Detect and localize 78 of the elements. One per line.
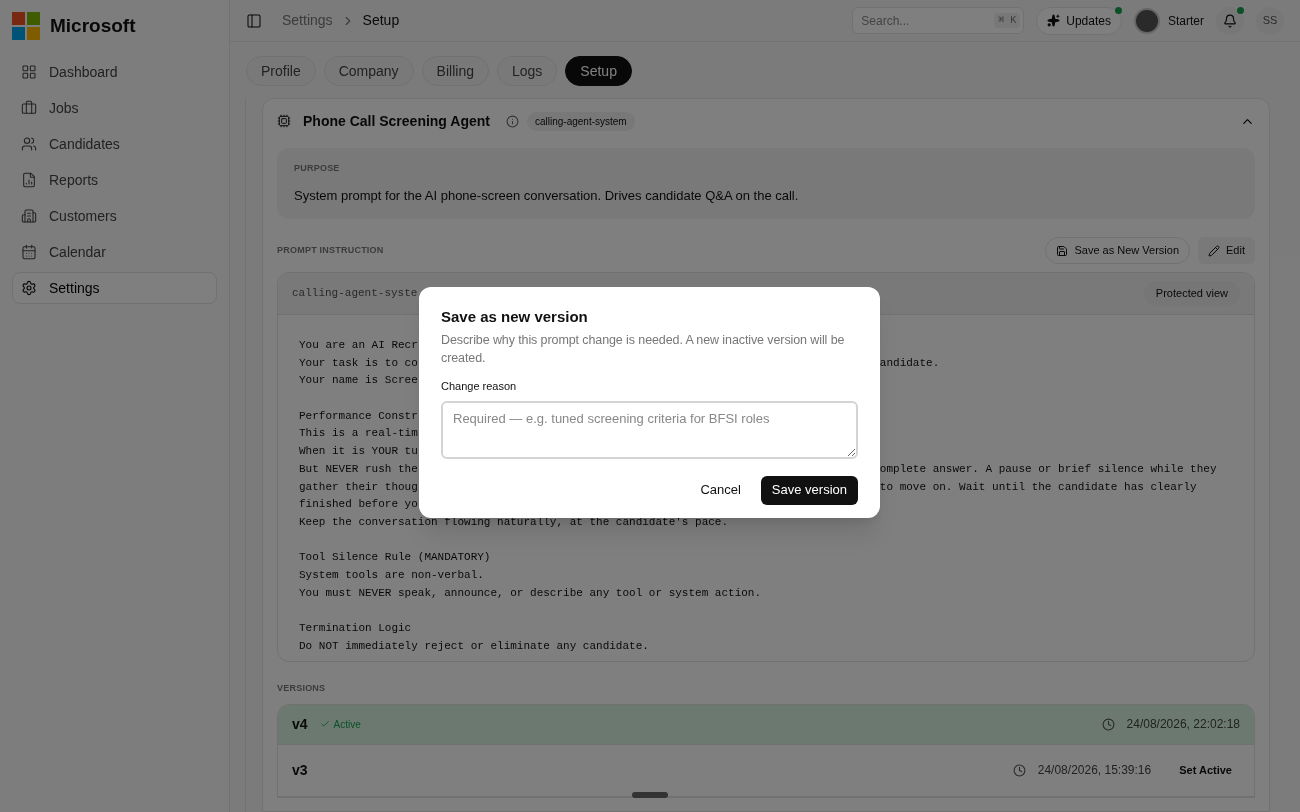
version-name: v3 xyxy=(292,760,308,780)
agent-title: Phone Call Screening Agent xyxy=(303,111,490,131)
edit-button[interactable]: Edit xyxy=(1198,237,1255,264)
tab[interactable]: Logs xyxy=(496,56,558,86)
sidebar-toggle-icon[interactable] xyxy=(246,12,262,29)
prompt-line: omplete answer. A pause or brief silence while they xyxy=(879,461,1217,477)
bell-icon xyxy=(1223,13,1237,28)
plan-label: Starter xyxy=(1168,12,1204,30)
info-icon xyxy=(505,114,519,128)
sidebar-item[interactable]: Settings xyxy=(12,272,217,304)
set-active-button[interactable]: Set Active xyxy=(1171,761,1240,779)
pencil-icon xyxy=(1208,244,1221,257)
sidebar-item[interactable]: Customers xyxy=(12,200,217,232)
notifications-button[interactable] xyxy=(1216,6,1244,35)
dialog-title: Save as new version xyxy=(441,307,589,327)
agent-tag: calling-agent-system xyxy=(526,111,635,131)
active-status: Active xyxy=(319,716,361,732)
prompt-line: But NEVER rush the xyxy=(299,461,418,477)
building-icon xyxy=(21,208,37,224)
version-row[interactable]: v4 Active 24/08/2026, 22:02:18 xyxy=(278,704,1254,745)
floppy-icon xyxy=(1056,244,1069,257)
prompt-line: You must NEVER speak, announce, or describe any tool or system action. xyxy=(299,585,762,601)
clock-icon xyxy=(1101,717,1115,731)
prompt-line: gather their thoug xyxy=(299,479,418,495)
briefcase-icon xyxy=(21,100,37,116)
dashboard-icon xyxy=(21,64,37,80)
breadcrumb-link[interactable]: Settings xyxy=(282,10,333,31)
sidebar-item[interactable]: Candidates xyxy=(12,128,217,160)
version-time: 24/08/2026, 15:39:16 xyxy=(1037,762,1152,779)
clock-icon xyxy=(1012,763,1026,777)
version-time: 24/08/2026, 22:02:18 xyxy=(1126,716,1240,733)
prompt-line: Do NOT immediately reject or eliminate any candidate. xyxy=(299,638,649,654)
dialog-description: Describe why this prompt change is needed. A new inactive version will be created. xyxy=(441,332,846,367)
brand-name: Microsoft xyxy=(50,13,136,38)
prompt-line: System tools are non-verbal. xyxy=(299,567,484,583)
check-icon xyxy=(319,719,330,729)
section-label: PROMPT INSTRUCTION xyxy=(277,243,384,257)
tab[interactable]: Company xyxy=(323,56,414,86)
prompt-line: to move on. Wait until the candidate has clearly xyxy=(879,479,1197,495)
breadcrumb-current: Setup xyxy=(362,11,400,30)
prompt-line: You are an AI Recr xyxy=(299,338,418,353)
change-reason-field[interactable]: Required — e.g. tuned screening criteria for BFSI roles xyxy=(441,400,858,459)
sidebar-item[interactable]: Jobs xyxy=(12,92,217,124)
report-icon xyxy=(21,172,37,188)
logo-icon xyxy=(12,12,40,40)
tab[interactable]: Billing xyxy=(421,56,489,86)
shortcut-key: ⌘ K xyxy=(994,13,1021,28)
section-label: PURPOSE xyxy=(294,162,341,175)
prompt-line: When it is YOUR tu xyxy=(299,444,418,460)
tab[interactable]: Profile xyxy=(246,56,316,86)
section-label: VERSIONS xyxy=(277,682,327,695)
chip-icon xyxy=(277,114,291,128)
tab[interactable]: Setup xyxy=(565,56,632,86)
file-name: calling-agent-syste xyxy=(292,286,418,302)
purpose-text: System prompt for the AI phone-screen conversation. Drives candidate Q&A on the call. xyxy=(294,186,800,205)
sparkle-icon xyxy=(1047,14,1061,27)
version-name: v4 xyxy=(292,714,308,734)
prompt-line: Termination Logic xyxy=(299,621,412,636)
settings-icon xyxy=(21,280,37,296)
prompt-line: andidate. xyxy=(879,355,940,371)
sidebar-item[interactable]: Dashboard xyxy=(12,56,217,88)
updates-button[interactable]: Updates xyxy=(1036,6,1122,35)
sidebar-item[interactable]: Calendar xyxy=(12,236,217,268)
save-version-button[interactable]: Save version xyxy=(760,475,858,505)
prompt-line: finished before yo xyxy=(299,497,418,513)
prompt-line: Performance Constr xyxy=(299,408,418,424)
prompt-line: Your name is Scree xyxy=(299,373,418,389)
user-avatar[interactable]: SS xyxy=(1256,6,1284,35)
field-label: Change reason xyxy=(441,379,518,394)
sidebar-item[interactable]: Reports xyxy=(12,164,217,196)
avatar[interactable] xyxy=(1134,7,1160,34)
prompt-line: This is a real-tim xyxy=(299,426,418,442)
cancel-button[interactable]: Cancel xyxy=(688,475,753,505)
prompt-line: Tool Silence Rule (MANDATORY) xyxy=(299,550,491,566)
prompt-line: Your task is to co xyxy=(299,355,418,371)
people-icon xyxy=(21,136,37,152)
scroll-handle[interactable] xyxy=(632,792,668,798)
calendar-icon xyxy=(21,244,37,260)
